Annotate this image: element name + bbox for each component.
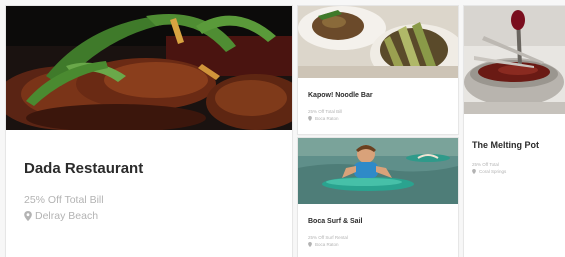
deal-card-kapow-noodle-bar[interactable]: Kapow! Noodle Bar 25% Off Total Bill Boc… (298, 6, 458, 134)
card-body: Dada Restaurant 25% Off Total Bill Delra… (6, 130, 292, 257)
card-body: The Melting Pot 25% Off Total Coral Spri… (464, 114, 565, 257)
deal-card-boca-surf-and-sail[interactable]: Boca Surf & Sail 25% Off Surf Rental Boc… (298, 138, 458, 257)
map-pin-icon (308, 242, 312, 247)
card-body: Boca Surf & Sail 25% Off Surf Rental Boc… (298, 204, 458, 257)
restaurant-photo (6, 6, 292, 130)
location-text: Boca Raton (315, 116, 339, 121)
restaurant-photo (298, 6, 458, 78)
location-row: Boca Raton (308, 116, 458, 121)
business-name: Boca Surf & Sail (308, 218, 363, 225)
restaurant-name: Dada Restaurant (24, 160, 144, 177)
location-text: Coral Springs (479, 169, 507, 174)
fondue-photo-image (464, 6, 565, 114)
deal-text: 25% Off Total Bill (308, 109, 343, 114)
location-row: Delray Beach (24, 210, 292, 222)
map-pin-icon (24, 211, 32, 221)
food-photo-image (6, 6, 292, 130)
location-text: Boca Raton (315, 242, 339, 247)
location-row: Boca Raton (308, 242, 458, 247)
activity-photo (298, 138, 458, 204)
restaurant-name: Kapow! Noodle Bar (308, 92, 373, 99)
deal-card-the-melting-pot[interactable]: The Melting Pot 25% Off Total Coral Spri… (464, 6, 565, 257)
food-photo-image (298, 6, 458, 78)
surf-photo-image (298, 138, 458, 204)
deals-grid: Dada Restaurant 25% Off Total Bill Delra… (0, 0, 565, 257)
location-row: Coral Springs (472, 169, 565, 174)
restaurant-name: The Melting Pot (472, 140, 539, 150)
location-text: Delray Beach (35, 210, 99, 222)
map-pin-icon (472, 169, 476, 174)
map-pin-icon (308, 116, 312, 121)
deal-text: 25% Off Surf Rental (308, 235, 348, 240)
card-body: Kapow! Noodle Bar 25% Off Total Bill Boc… (298, 78, 458, 134)
deal-card-dada-restaurant[interactable]: Dada Restaurant 25% Off Total Bill Delra… (6, 6, 292, 257)
deal-text: 25% Off Total (472, 162, 499, 167)
deal-text: 25% Off Total Bill (24, 194, 104, 206)
restaurant-photo (464, 6, 565, 114)
